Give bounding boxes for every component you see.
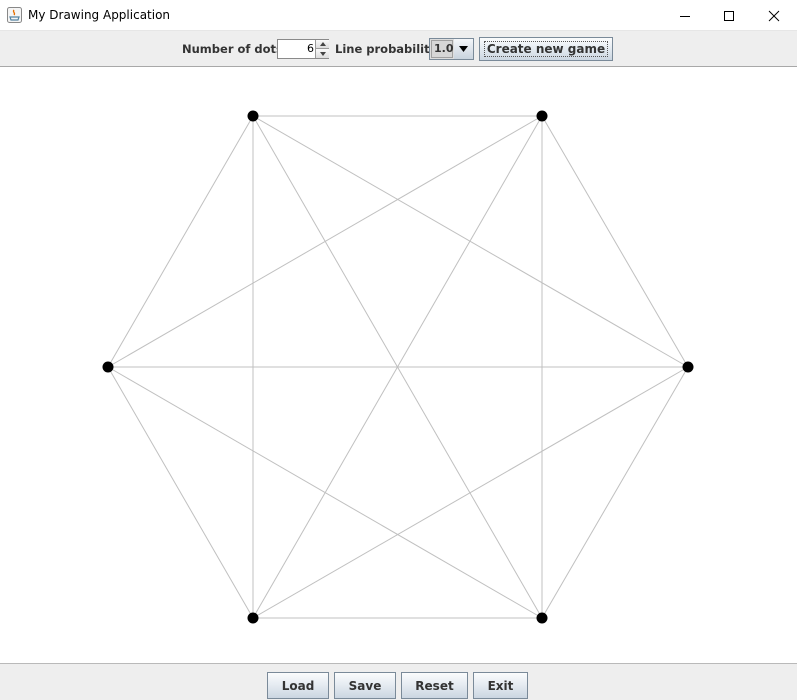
exit-button[interactable]: Exit <box>473 672 528 699</box>
graph-dot[interactable] <box>682 361 694 373</box>
graph-dot[interactable] <box>102 361 114 373</box>
graph-line[interactable] <box>107 366 543 619</box>
graph-dot[interactable] <box>247 110 259 122</box>
graph-line[interactable] <box>107 366 254 619</box>
graph-svg[interactable] <box>0 0 797 624</box>
bottom-bar: Load Save Reset Exit <box>0 664 797 700</box>
load-button[interactable]: Load <box>267 672 329 699</box>
drawing-canvas[interactable] <box>0 67 797 664</box>
graph-line[interactable] <box>107 115 543 368</box>
save-button[interactable]: Save <box>334 672 396 699</box>
graph-dot[interactable] <box>536 612 548 624</box>
graph-line[interactable] <box>541 115 689 368</box>
load-label: Load <box>281 678 315 693</box>
save-label: Save <box>348 678 382 693</box>
graph-dot[interactable] <box>247 612 259 624</box>
graph-dot[interactable] <box>536 110 548 122</box>
graph-line[interactable] <box>252 115 689 368</box>
graph-line[interactable] <box>107 115 254 368</box>
reset-button[interactable]: Reset <box>401 672 468 699</box>
graph-line[interactable] <box>252 366 689 619</box>
exit-label: Exit <box>487 678 514 693</box>
graph-line[interactable] <box>541 366 689 619</box>
reset-label: Reset <box>415 678 454 693</box>
